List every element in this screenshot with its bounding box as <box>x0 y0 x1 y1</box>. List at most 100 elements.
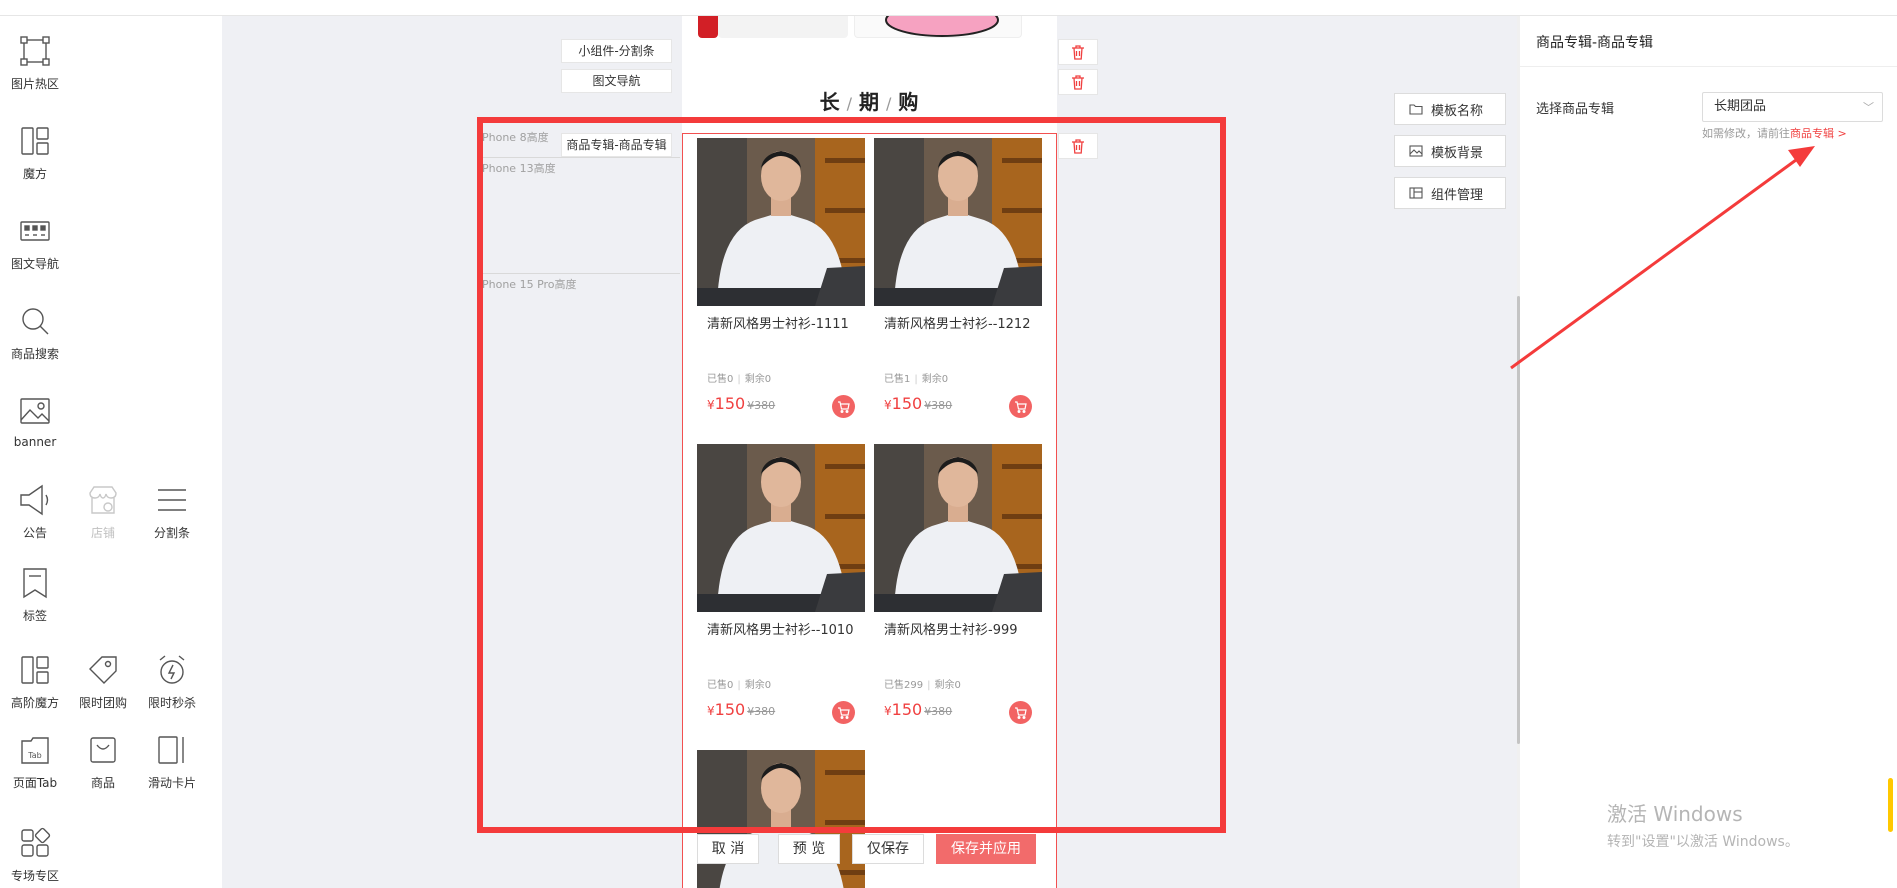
page-tab-icon: Tab <box>21 737 49 764</box>
product-card[interactable]: 清新风格男士衬衫-999 已售299 | 剩余0 ¥150 ¥380 <box>874 444 1042 740</box>
product-card[interactable]: 清新风格男士衬衫-1111 已售0 | 剩余0 ¥150 ¥380 <box>697 138 865 434</box>
sold-count: 已售1 <box>884 374 911 385</box>
preview-button[interactable]: 预 览 <box>778 834 840 864</box>
product-name: 清新风格男士衬衫--1212 <box>884 317 1031 332</box>
cartoon-icon <box>885 16 999 37</box>
previous-component-image <box>682 16 1057 38</box>
album-hint: 如需修改，请前往商品专辑 > <box>1702 125 1847 141</box>
product-image <box>697 138 865 306</box>
palette-item-tag[interactable]: 标签 <box>0 566 70 624</box>
zone-icon <box>21 827 51 857</box>
product-card[interactable]: 清新风格男士衬衫--1010 已售0 | 剩余0 ¥150 ¥380 <box>697 444 865 740</box>
banner-icon <box>20 398 50 424</box>
template-name-label: 模板名称 <box>1431 103 1484 119</box>
component-label-image-nav[interactable]: 图文导航 <box>561 69 672 93</box>
product-price: ¥150 ¥380 <box>707 700 775 719</box>
product-card[interactable] <box>697 750 865 888</box>
advanced-cube-icon <box>21 656 49 684</box>
cart-icon <box>1015 706 1027 719</box>
save-and-apply-button[interactable]: 保存并应用 <box>936 834 1036 864</box>
remain-count: 剩余0 <box>744 374 772 385</box>
palette-item-cube[interactable]: 魔方 <box>0 124 70 182</box>
palette-item-slide-card[interactable]: 滑动卡片 <box>137 733 207 791</box>
bookmark-icon <box>23 568 47 599</box>
palette-item-label: 魔方 <box>22 167 47 181</box>
palette-item-image-nav[interactable]: 图文导航 <box>0 214 70 272</box>
palette-item-page-tab[interactable]: Tab 页面Tab <box>0 733 70 791</box>
palette-item-label: 商品搜索 <box>10 347 59 361</box>
palette-item-advanced-cube[interactable]: 高阶魔方 <box>0 653 70 711</box>
palette-item-label: banner <box>13 435 57 449</box>
original-price: ¥380 <box>924 705 953 718</box>
product-stats: 已售0 | 剩余0 <box>707 680 772 691</box>
trash-icon <box>1072 138 1084 154</box>
cancel-button[interactable]: 取 消 <box>697 834 759 864</box>
album-field-label: 选择商品专辑 <box>1536 102 1615 117</box>
palette-item-notice[interactable]: 公告 <box>0 483 70 541</box>
delete-button[interactable] <box>1058 39 1098 65</box>
palette-item-hotspot[interactable]: 图片热区 <box>0 34 70 92</box>
divider-icon <box>158 489 186 511</box>
palette-item-flash-sale[interactable]: 限时秒杀 <box>137 653 207 711</box>
currency-symbol: ¥ <box>884 704 892 718</box>
palette-item-label: 专场专区 <box>10 869 59 883</box>
watermark-line2: 转到"设置"以激活 Windows。 <box>1607 834 1799 850</box>
palette-item-label: 公告 <box>22 526 47 540</box>
remain-count: 剩余0 <box>744 680 772 691</box>
trash-icon <box>1072 74 1084 90</box>
layout-icon <box>1409 187 1423 199</box>
delete-button[interactable] <box>1058 69 1098 95</box>
slide-card-icon <box>158 736 184 764</box>
product-stats: 已售1 | 剩余0 <box>884 374 949 385</box>
product-card[interactable]: 清新风格男士衬衫--1212 已售1 | 剩余0 ¥150 ¥380 <box>874 138 1042 434</box>
palette-item-banner[interactable]: banner <box>0 394 70 449</box>
album-link[interactable]: 商品专辑 > <box>1790 127 1847 140</box>
palette-item-label: 限时秒杀 <box>147 696 196 710</box>
palette-item-group-buy[interactable]: 限时团购 <box>68 653 138 711</box>
add-to-cart-button[interactable] <box>832 701 855 724</box>
palette-item-store[interactable]: 店铺 <box>68 483 138 541</box>
search-icon <box>22 308 49 335</box>
hint-text: 如需修改，请前往 <box>1702 127 1790 140</box>
properties-panel: 商品专辑-商品专辑 选择商品专辑 长期团品 ﹀ 如需修改，请前往商品专辑 > <box>1520 16 1897 888</box>
folder-icon <box>1409 104 1423 115</box>
trash-icon <box>1072 44 1084 60</box>
template-name-button[interactable]: 模板名称 <box>1394 93 1506 125</box>
currency-symbol: ¥ <box>884 398 892 412</box>
notification-indicator <box>1888 778 1893 832</box>
palette-item-label: 页面Tab <box>12 776 58 790</box>
product-name: 清新风格男士衬衫-1111 <box>707 317 849 332</box>
product-image <box>697 750 865 888</box>
add-to-cart-button[interactable] <box>832 395 855 418</box>
currency-symbol: ¥ <box>707 704 715 718</box>
palette-item-label: 分割条 <box>153 526 190 540</box>
template-background-button[interactable]: 模板背景 <box>1394 135 1506 167</box>
album-select[interactable]: 长期团品 ﹀ <box>1702 92 1883 122</box>
product-name: 清新风格男士衬衫-999 <box>884 623 1018 638</box>
palette-item-zone[interactable]: 专场专区 <box>0 826 70 884</box>
sold-count: 已售299 <box>884 680 924 691</box>
component-management-button[interactable]: 组件管理 <box>1394 177 1506 209</box>
palette-item-goods[interactable]: 商品 <box>68 733 138 791</box>
chevron-down-icon: ﹀ <box>1863 101 1874 114</box>
svg-text:Tab: Tab <box>27 751 42 760</box>
height-guide-phone13: Phone 13高度 <box>482 157 680 176</box>
palette-item-search[interactable]: 商品搜索 <box>0 304 70 362</box>
save-only-button[interactable]: 仅保存 <box>852 834 924 864</box>
currency-symbol: ¥ <box>707 398 715 412</box>
add-to-cart-button[interactable] <box>1009 701 1032 724</box>
hotspot-icon <box>20 36 50 66</box>
component-label-divider[interactable]: 小组件-分割条 <box>561 39 672 63</box>
sale-price: 150 <box>714 394 746 413</box>
palette-item-label: 图片热区 <box>10 77 59 91</box>
palette-item-label: 标签 <box>22 609 47 623</box>
title-char: 购 <box>898 90 920 114</box>
palette-item-divider[interactable]: 分割条 <box>137 483 207 541</box>
palette-item-label: 商品 <box>90 776 115 790</box>
alarm-clock-icon <box>159 655 185 684</box>
delete-button[interactable] <box>1058 133 1098 159</box>
product-stats: 已售299 | 剩余0 <box>884 680 961 691</box>
palette-item-label: 高阶魔方 <box>10 696 59 710</box>
price-tag-icon <box>89 656 117 684</box>
add-to-cart-button[interactable] <box>1009 395 1032 418</box>
